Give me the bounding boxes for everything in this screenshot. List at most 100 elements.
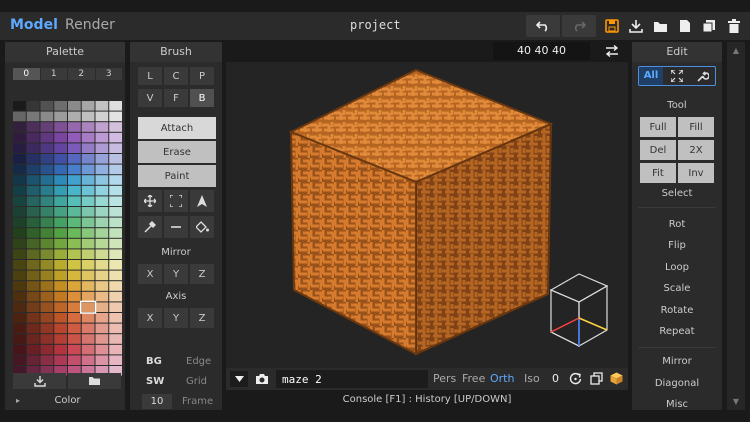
color-swatch[interactable] [26,196,40,206]
tool-fill-button[interactable]: Fill [678,117,714,137]
color-swatch[interactable] [26,228,40,238]
color-swatch[interactable] [40,164,54,175]
color-swatch[interactable] [13,228,26,238]
filter-transform-button[interactable] [670,69,684,85]
color-swatch[interactable] [13,207,26,217]
color-swatch[interactable] [68,111,81,122]
color-swatch[interactable] [40,238,54,249]
color-swatch[interactable] [68,196,81,206]
color-swatch[interactable] [40,207,54,217]
color-swatch[interactable] [26,344,40,355]
color-swatch[interactable] [95,313,109,323]
color-swatch[interactable] [95,164,109,175]
color-swatch[interactable] [13,313,26,323]
command-input[interactable] [276,370,428,388]
color-swatch[interactable] [54,175,67,185]
color-swatch[interactable] [81,334,95,344]
color-swatch[interactable] [95,281,109,291]
color-swatch[interactable] [26,260,40,270]
color-swatch[interactable] [13,111,26,122]
color-swatch[interactable] [109,323,122,334]
color-swatch[interactable] [54,334,67,344]
color-swatch[interactable] [95,249,109,259]
color-swatch[interactable] [81,313,95,323]
menu-misc[interactable]: Misc [632,399,722,410]
color-swatch[interactable] [95,228,109,238]
shape-face-button[interactable]: F [164,89,188,107]
open-palette-button[interactable] [68,373,121,389]
reset-camera-button[interactable] [569,372,582,388]
color-swatch[interactable] [68,154,81,164]
color-swatch[interactable] [81,238,95,249]
shape-line-button[interactable]: L [138,67,162,85]
color-swatch[interactable] [109,101,122,111]
color-swatch[interactable] [95,111,109,122]
color-swatch-grid[interactable] [13,81,123,411]
color-swatch[interactable] [40,111,54,122]
console-menu-button[interactable] [230,371,248,387]
fill-tool-button[interactable] [190,216,214,238]
color-swatch[interactable] [13,154,26,164]
3d-viewport[interactable] [226,62,628,368]
color-swatch[interactable] [109,281,122,291]
color-swatch[interactable] [81,217,95,228]
color-swatch[interactable] [95,302,109,312]
mirror-x-button[interactable]: X [138,264,162,284]
color-swatch[interactable] [40,122,54,132]
color-swatch[interactable] [26,355,40,365]
color-swatch[interactable] [109,185,122,196]
menu-diagonal[interactable]: Diagonal [632,378,722,389]
color-swatch[interactable] [13,323,26,334]
color-swatch[interactable] [40,344,54,355]
sw-toggle[interactable]: SW [146,376,164,387]
color-swatch[interactable] [81,122,95,132]
palette-tab-1[interactable]: 1 [40,68,67,80]
menu-rot[interactable]: Rot [632,219,722,230]
color-swatch[interactable] [81,249,95,259]
color-swatch[interactable] [68,355,81,365]
color-swatch[interactable] [68,228,81,238]
color-swatch[interactable] [109,143,122,153]
color-swatch[interactable] [109,344,122,355]
color-swatch[interactable] [13,249,26,259]
color-swatch[interactable] [13,185,26,196]
color-swatch[interactable] [95,291,109,302]
scroll-up-icon[interactable]: ▲ [727,46,745,55]
color-swatch[interactable] [13,355,26,365]
color-swatch[interactable] [68,323,81,334]
color-swatch[interactable] [54,122,67,132]
color-swatch[interactable] [26,164,40,175]
color-swatch[interactable] [81,196,95,206]
palette-tab-3[interactable]: 3 [95,68,122,80]
color-swatch[interactable] [95,175,109,185]
color-swatch[interactable] [40,101,54,111]
line-tool-button[interactable] [164,216,188,238]
color-swatch[interactable] [54,101,67,111]
color-swatch[interactable] [40,228,54,238]
color-swatch[interactable] [40,270,54,281]
color-swatch[interactable] [54,291,67,302]
color-swatch[interactable] [54,302,67,312]
color-swatch[interactable] [68,101,81,111]
color-swatch[interactable] [81,154,95,164]
color-swatch[interactable] [68,143,81,153]
tool-2x-button[interactable]: 2X [678,140,714,160]
color-swatch[interactable] [26,238,40,249]
color-swatch[interactable] [68,164,81,175]
color-swatch[interactable] [40,313,54,323]
color-swatch[interactable] [109,302,122,312]
color-swatch[interactable] [95,101,109,111]
color-swatch[interactable] [54,270,67,281]
iso-button[interactable]: Iso [524,372,540,385]
tool-full-button[interactable]: Full [640,117,676,137]
erase-button[interactable]: Erase [138,141,216,163]
color-swatch[interactable] [26,323,40,334]
color-swatch[interactable] [40,154,54,164]
color-swatch[interactable] [13,238,26,249]
color-swatch[interactable] [54,196,67,206]
color-swatch[interactable] [40,249,54,259]
color-swatch[interactable] [68,270,81,281]
color-swatch[interactable] [68,217,81,228]
color-swatch[interactable] [26,122,40,132]
menu-mirror[interactable]: Mirror [632,356,722,367]
